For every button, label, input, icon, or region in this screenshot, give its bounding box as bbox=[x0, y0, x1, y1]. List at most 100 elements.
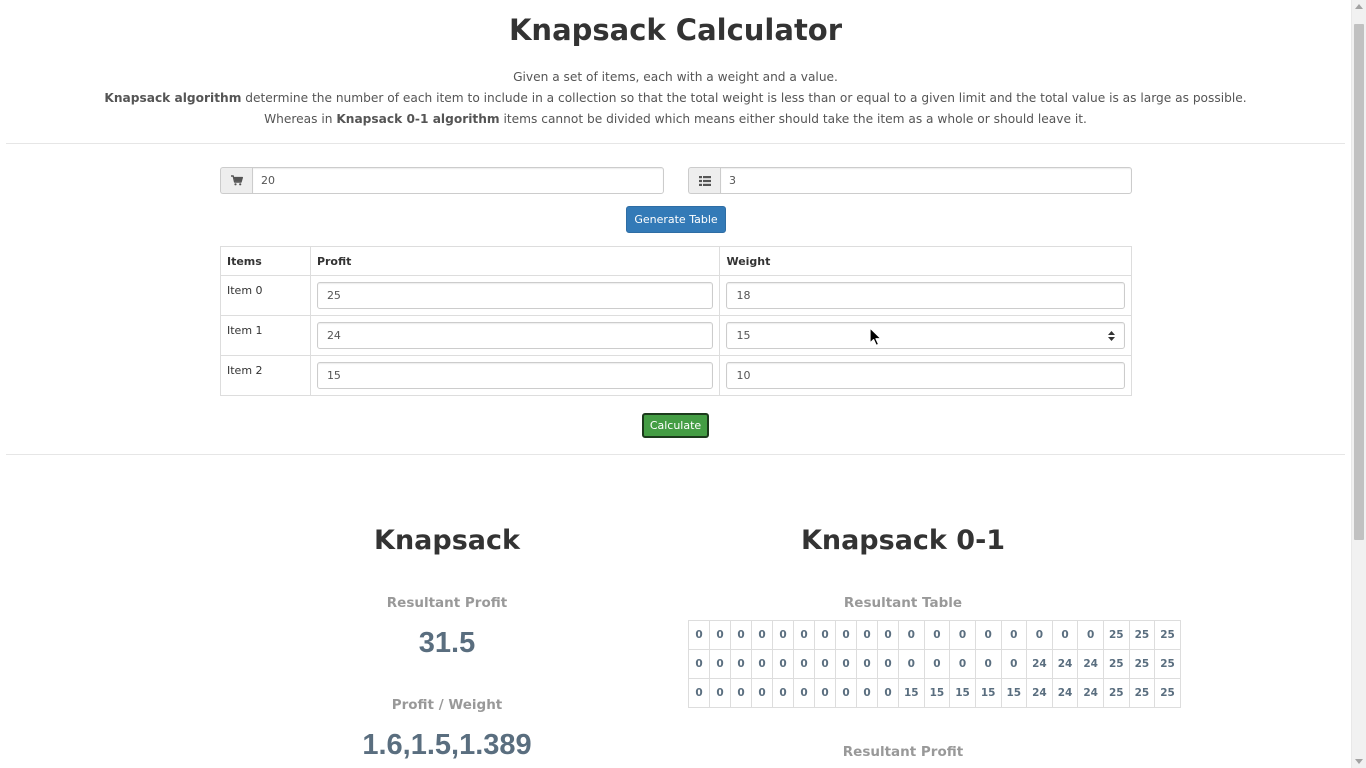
table-cell: 24 bbox=[1077, 678, 1104, 708]
table-cell: 0 bbox=[898, 620, 925, 650]
table-cell: 25 bbox=[1103, 678, 1130, 708]
table-cell: 0 bbox=[730, 678, 752, 708]
divider bbox=[6, 454, 1345, 455]
description-bold: Knapsack algorithm bbox=[104, 91, 242, 105]
table-cell: 0 bbox=[974, 620, 1002, 650]
table-cell: 0 bbox=[709, 620, 731, 650]
resultant-table: 0 0 0 0 0 0 0 0 0 0 0 0 0 0 0 0 0 0 25 25 25 0 0 0 0 0 0 0 0 0 0 0 0 0 0 0 2… bbox=[688, 620, 1181, 708]
description-bold: Knapsack 0-1 algorithm bbox=[336, 112, 500, 126]
generate-table-button[interactable]: Generate Table bbox=[626, 206, 726, 233]
profit-input[interactable] bbox=[316, 282, 714, 309]
scrollbar-thumb[interactable] bbox=[1354, 24, 1364, 540]
table-cell: 0 bbox=[1051, 620, 1079, 650]
table-cell: 0 bbox=[751, 678, 773, 708]
table-cell: 0 bbox=[772, 649, 794, 679]
scrollbar[interactable] bbox=[1351, 0, 1366, 768]
description-text: items cannot be divided which means eith… bbox=[499, 112, 1087, 126]
item-label: Item 0 bbox=[220, 275, 311, 316]
table-cell: 0 bbox=[814, 678, 836, 708]
item-label: Item 1 bbox=[220, 315, 311, 356]
table-cell: 0 bbox=[730, 649, 752, 679]
table-cell: 0 bbox=[1026, 620, 1053, 650]
knapsack-title: Knapsack bbox=[374, 525, 520, 556]
calculate-button[interactable]: Calculate bbox=[642, 413, 709, 438]
table-cell: 24 bbox=[1026, 649, 1053, 679]
page: Knapsack Calculator Given a set of items… bbox=[0, 0, 1351, 768]
mouse-cursor-icon bbox=[869, 327, 882, 346]
table-row: Item 1 15 bbox=[220, 315, 1132, 356]
description-line-3: Whereas in Knapsack 0-1 algorithm items … bbox=[0, 112, 1351, 126]
table-cell: 0 bbox=[793, 620, 815, 650]
description-text: Whereas in bbox=[264, 112, 337, 126]
shopping-cart-icon bbox=[220, 167, 252, 194]
weight-value: 15 bbox=[736, 329, 751, 342]
knapsack01-title: Knapsack 0-1 bbox=[800, 525, 1006, 556]
item-label: Item 2 bbox=[220, 355, 311, 396]
table-row: Item 0 bbox=[220, 275, 1132, 316]
table-cell: 0 bbox=[793, 678, 815, 708]
divider bbox=[6, 143, 1345, 144]
table-cell: 24 bbox=[1051, 649, 1079, 679]
table-cell: 24 bbox=[1077, 649, 1104, 679]
table-cell: 0 bbox=[814, 620, 836, 650]
table-cell: 0 bbox=[949, 649, 976, 679]
table-cell: 0 bbox=[1077, 620, 1104, 650]
knapsack-profit-value: 31.5 bbox=[418, 627, 476, 659]
list-icon bbox=[688, 167, 720, 194]
knapsack-profit-label: Resultant Profit bbox=[386, 595, 508, 611]
table-cell: 25 bbox=[1128, 649, 1156, 679]
knapsack01-profit-label: Resultant Profit bbox=[842, 744, 964, 760]
table-cell: 24 bbox=[1051, 678, 1079, 708]
table-cell: 24 bbox=[1026, 678, 1053, 708]
weight-input[interactable] bbox=[726, 282, 1125, 309]
table-row: Item 2 bbox=[220, 355, 1132, 396]
item-count-input-group bbox=[688, 167, 1132, 194]
table-cell: 0 bbox=[949, 620, 976, 650]
table-cell: 25 bbox=[1103, 649, 1130, 679]
table-cell: 0 bbox=[751, 649, 773, 679]
table-cell: 0 bbox=[772, 620, 794, 650]
weight-input[interactable] bbox=[726, 362, 1125, 389]
resultant-table-label: Resultant Table bbox=[843, 595, 963, 611]
table-cell: 25 bbox=[1154, 649, 1181, 679]
description-text: Given a set of items, each with a weight… bbox=[513, 70, 838, 84]
table-cell: 0 bbox=[835, 649, 857, 679]
spinner-arrows-icon[interactable] bbox=[1108, 330, 1115, 341]
table-cell: 0 bbox=[898, 649, 925, 679]
description-line-2: Knapsack algorithm determine the number … bbox=[0, 91, 1351, 105]
table-cell: 15 bbox=[974, 678, 1002, 708]
header-weight: Weight bbox=[719, 246, 1132, 276]
description-line-1: Given a set of items, each with a weight… bbox=[0, 70, 1351, 84]
item-count-input[interactable] bbox=[720, 167, 1132, 194]
table-cell: 15 bbox=[949, 678, 976, 708]
table-header-row: Items Profit Weight bbox=[220, 246, 1132, 276]
table-cell: 25 bbox=[1103, 620, 1130, 650]
table-cell: 15 bbox=[1000, 678, 1028, 708]
table-cell: 25 bbox=[1128, 678, 1156, 708]
table-cell: 0 bbox=[688, 649, 710, 679]
table-row: 0 0 0 0 0 0 0 0 0 0 0 0 0 0 0 24 24 24 25 25 25 bbox=[688, 649, 1181, 679]
table-cell: 0 bbox=[1000, 620, 1028, 650]
profit-input[interactable] bbox=[316, 362, 714, 389]
items-table: Items Profit Weight Item 0 Item 1 15 bbox=[220, 246, 1132, 396]
weight-input[interactable]: 15 bbox=[726, 322, 1125, 349]
header-profit: Profit bbox=[309, 246, 721, 276]
table-cell: 0 bbox=[730, 620, 752, 650]
table-cell: 0 bbox=[856, 620, 878, 650]
profit-input[interactable] bbox=[316, 322, 714, 349]
table-cell: 0 bbox=[709, 678, 731, 708]
table-cell: 0 bbox=[688, 678, 710, 708]
capacity-input[interactable] bbox=[252, 167, 664, 194]
table-row: 0 0 0 0 0 0 0 0 0 0 0 0 0 0 0 0 0 0 25 25 25 bbox=[688, 620, 1181, 650]
page-title: Knapsack Calculator bbox=[508, 13, 843, 47]
table-cell: 0 bbox=[856, 649, 878, 679]
table-cell: 0 bbox=[709, 649, 731, 679]
table-cell: 0 bbox=[877, 649, 899, 679]
table-cell: 0 bbox=[877, 620, 899, 650]
scroll-up-icon[interactable] bbox=[1355, 4, 1363, 9]
description-text: determine the number of each item to inc… bbox=[241, 91, 1247, 105]
table-cell: 0 bbox=[814, 649, 836, 679]
table-row: 0 0 0 0 0 0 0 0 0 0 15 15 15 15 15 24 24 24 25 25 25 bbox=[688, 678, 1181, 708]
table-cell: 25 bbox=[1154, 620, 1181, 650]
scroll-down-icon[interactable] bbox=[1355, 759, 1363, 764]
